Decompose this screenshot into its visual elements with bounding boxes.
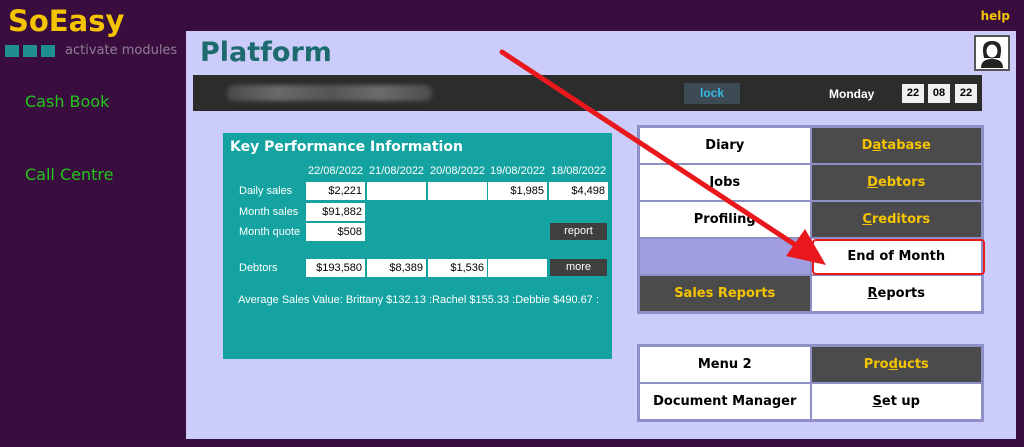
module-square-icon [23, 44, 37, 57]
menu-menu2[interactable]: Menu 2 [639, 346, 811, 383]
activate-modules-label: activate modules [65, 43, 178, 58]
kpi-date: 21/08/2022 [369, 165, 425, 177]
secondary-menu-grid: Menu 2 Pro d ucts Document Manager Set up [637, 344, 984, 422]
menu-jobs[interactable]: Jobs [639, 164, 811, 201]
daily-sales-cell [367, 182, 426, 200]
platform-panel: Platform lock Monday 22 08 22 Key Perfor… [186, 31, 1016, 439]
debtors-cell: $193,580 [306, 259, 365, 277]
menu-creditors[interactable]: Creditors [810, 201, 982, 238]
month-sales-label: Month sales [239, 206, 299, 218]
daily-sales-label: Daily sales [239, 185, 293, 197]
time-minutes: 08 [928, 84, 950, 103]
app-logo: SoEasy [8, 4, 125, 38]
month-quote-cell: $508 [306, 223, 365, 241]
top-bar: lock Monday 22 08 22 [193, 75, 982, 111]
average-sales-text: Average Sales Value: Brittany $132.13 :R… [238, 294, 600, 306]
day-label: Monday [829, 87, 875, 101]
kpi-panel: Key Performance Information 22/08/2022 2… [223, 133, 612, 359]
kpi-date: 18/08/2022 [551, 165, 607, 177]
debtors-cell [488, 259, 547, 277]
kpi-date: 22/08/2022 [308, 165, 364, 177]
menu-profiling[interactable]: Profiling [639, 201, 811, 238]
blurred-user-info [227, 85, 432, 101]
month-sales-cell: $91,882 [306, 203, 365, 221]
debtors-label: Debtors [239, 262, 278, 274]
menu-database[interactable]: Da tabase [810, 127, 982, 164]
menu-diary[interactable]: Diary [639, 127, 811, 164]
user-icon [981, 41, 1003, 68]
sidebar-item-cash-book[interactable]: Cash Book [25, 92, 109, 111]
kpi-date: 20/08/2022 [430, 165, 486, 177]
report-button[interactable]: report [550, 223, 607, 240]
activate-modules-link[interactable]: activate modules [5, 43, 177, 58]
main-menu-grid: Diary Da tabase Jobs Debtors Profiling Cr… [637, 125, 984, 314]
menu-products[interactable]: Pro d ucts [810, 346, 982, 383]
menu-debtors[interactable]: Debtors [810, 164, 982, 201]
menu-document-manager[interactable]: Document Manager [639, 383, 811, 420]
debtors-cell: $1,536 [428, 259, 487, 277]
daily-sales-cell: $4,498 [549, 182, 608, 200]
menu-empty-cell [639, 238, 811, 275]
time-hours: 22 [902, 84, 924, 103]
debtors-cell: $8,389 [367, 259, 426, 277]
menu-sales-reports[interactable]: Sales Reports [639, 275, 811, 312]
daily-sales-cell [428, 182, 487, 200]
module-square-icon [5, 44, 19, 57]
time-seconds: 22 [955, 84, 977, 103]
month-quote-label: Month quote [239, 226, 301, 238]
help-link[interactable]: help [981, 9, 1010, 23]
lock-button[interactable]: lock [684, 83, 740, 104]
user-avatar[interactable] [974, 35, 1010, 71]
menu-reports[interactable]: Reports [810, 275, 982, 312]
page-title: Platform [200, 37, 332, 68]
daily-sales-cell: $1,985 [488, 182, 547, 200]
end-of-month-highlight [812, 239, 985, 275]
sidebar-item-call-centre[interactable]: Call Centre [25, 165, 113, 184]
more-button[interactable]: more [550, 259, 607, 276]
kpi-title: Key Performance Information [230, 139, 463, 155]
menu-setup[interactable]: Set up [810, 383, 982, 420]
kpi-date: 19/08/2022 [490, 165, 546, 177]
module-square-icon [41, 44, 55, 57]
daily-sales-cell: $2,221 [306, 182, 365, 200]
